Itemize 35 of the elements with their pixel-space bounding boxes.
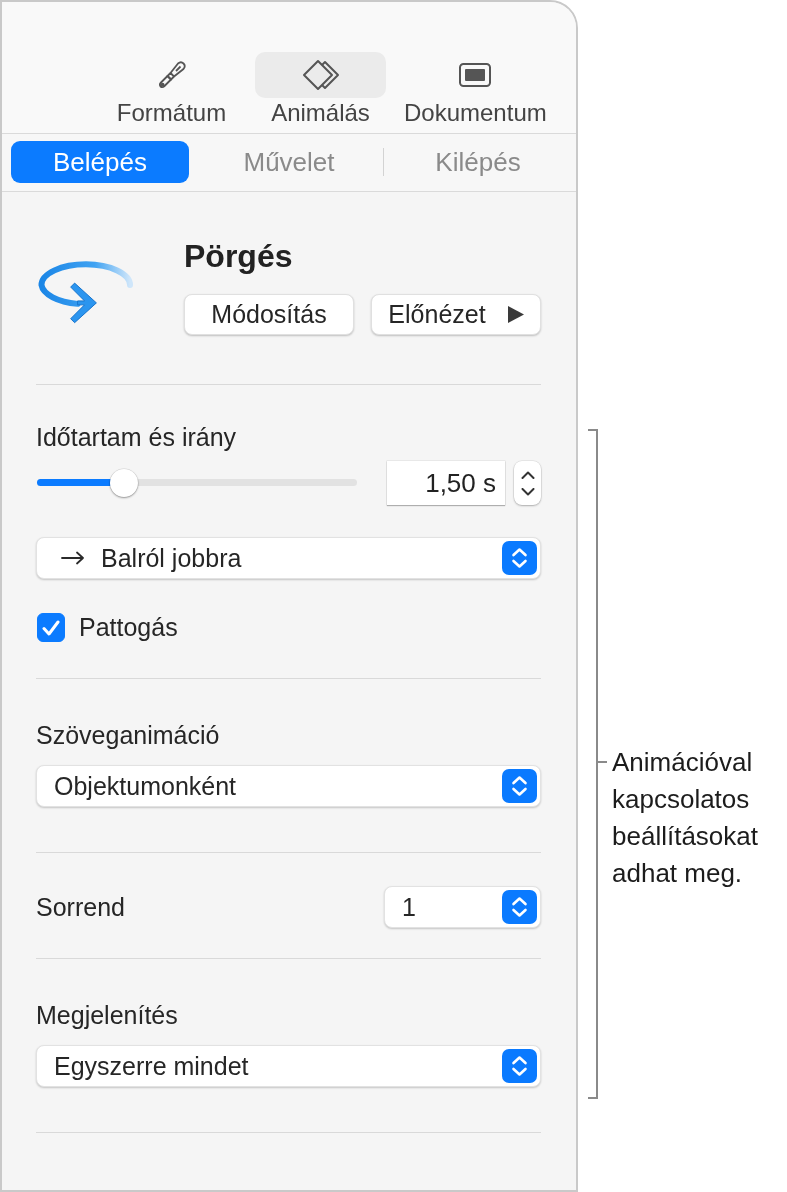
checkbox[interactable]: [37, 613, 65, 642]
duration-field[interactable]: 1,50 s: [387, 461, 505, 505]
paintbrush-icon: [156, 60, 187, 90]
direction-popup[interactable]: Balról jobbra: [36, 537, 541, 579]
section-label: Szöveganimáció: [36, 720, 220, 750]
number-stepper[interactable]: [514, 461, 541, 505]
spin-arrow-icon: [38, 260, 134, 324]
popup-arrows-icon: [502, 541, 537, 575]
popup-arrows-icon: [502, 1049, 537, 1083]
chevron-down-icon: [520, 487, 535, 496]
checkbox-label: Pattogás: [79, 613, 178, 642]
section-label: Sorrend: [36, 892, 125, 922]
segment-tab[interactable]: Belépés: [11, 141, 189, 183]
toolbar-tab[interactable]: Dokumentum: [404, 52, 547, 133]
callout-text: Animációval kapcsolatos beállításokat adhat meg.: [612, 746, 759, 890]
diamonds-icon: [300, 58, 341, 92]
checkmark-icon: [42, 619, 60, 636]
play-icon: [507, 306, 524, 323]
text-animation-popup[interactable]: Objektumonként: [36, 765, 541, 807]
right-arrow-icon: [61, 551, 85, 565]
delivery-popup[interactable]: Egyszerre mindet: [36, 1045, 541, 1087]
effect-title: Pörgés: [184, 237, 293, 275]
preview-button[interactable]: Előnézet: [371, 294, 541, 335]
toolbar-tab[interactable]: Formátum: [106, 52, 237, 133]
slider-track[interactable]: [37, 469, 357, 497]
toolbar-tab[interactable]: Animálás: [255, 52, 386, 133]
slider-thumb[interactable]: [110, 469, 138, 497]
popup-arrows-icon: [502, 890, 537, 924]
screen-icon: [459, 63, 492, 87]
change-button[interactable]: Módosítás: [184, 294, 354, 335]
popup-arrows-icon: [502, 769, 537, 803]
section-label: Megjelenítés: [36, 1000, 178, 1030]
chevron-up-icon: [520, 470, 535, 479]
section-label: Időtartam és irány: [36, 422, 237, 452]
order-popup[interactable]: 1: [384, 886, 541, 928]
